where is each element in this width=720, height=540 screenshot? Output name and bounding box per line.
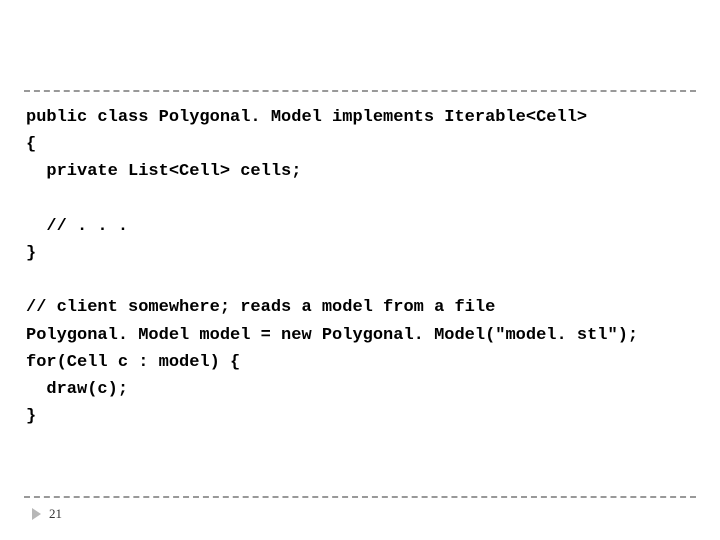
code-line: { <box>26 135 36 154</box>
code-line: Polygonal. Model model = new Polygonal. … <box>26 326 638 345</box>
footer: 21 <box>24 496 696 522</box>
footer-row: 21 <box>24 506 696 522</box>
divider-bottom <box>24 496 696 498</box>
code-line: draw(c); <box>26 380 128 399</box>
code-line: // client somewhere; reads a model from … <box>26 298 495 317</box>
slide: public class Polygonal. Model implements… <box>0 0 720 540</box>
divider-top <box>24 90 696 92</box>
code-line: public class Polygonal. Model implements… <box>26 108 587 127</box>
code-line: } <box>26 244 36 263</box>
code-block: public class Polygonal. Model implements… <box>24 104 696 496</box>
arrow-right-icon <box>32 508 41 520</box>
code-line: for(Cell c : model) { <box>26 353 240 372</box>
code-line: // . . . <box>26 217 128 236</box>
code-line: } <box>26 407 36 426</box>
code-line: private List<Cell> cells; <box>26 162 301 181</box>
page-number: 21 <box>49 506 62 522</box>
